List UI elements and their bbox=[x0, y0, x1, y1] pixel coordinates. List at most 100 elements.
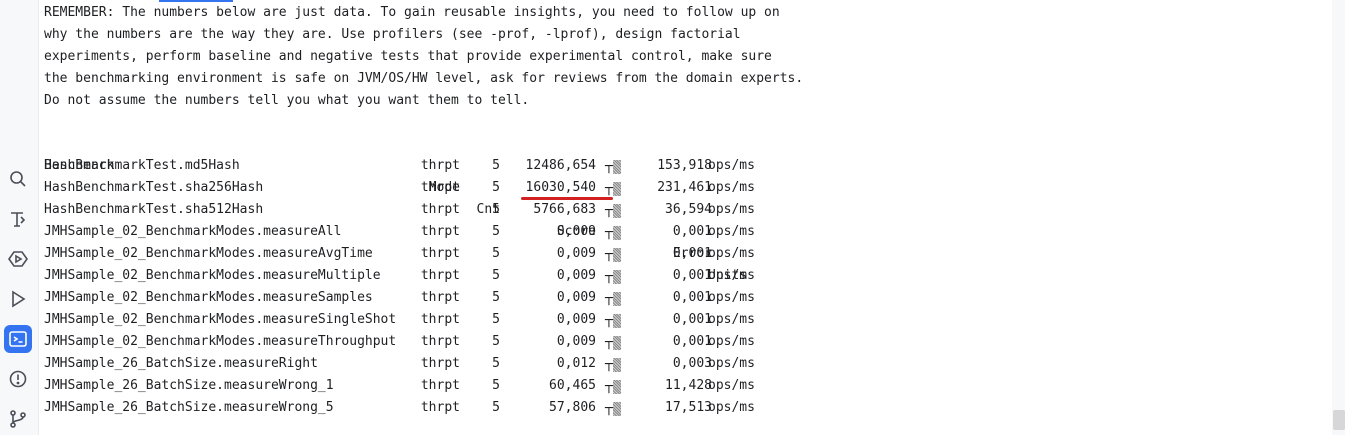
benchmark-name: JMHSample_02_BenchmarkModes.measureSampl… bbox=[44, 290, 373, 305]
mode-cell: thrpt bbox=[420, 400, 460, 415]
problems-icon[interactable] bbox=[4, 365, 32, 393]
mode-cell: thrpt bbox=[420, 356, 460, 371]
mode-cell: thrpt bbox=[420, 334, 460, 349]
units-cell: ops/ms bbox=[708, 290, 755, 305]
mode-cell: thrpt bbox=[420, 246, 460, 261]
plusminus-block bbox=[613, 314, 621, 328]
plusminus-block bbox=[613, 270, 621, 284]
plusminus-bar: ┬ bbox=[605, 313, 613, 328]
plusminus-block bbox=[613, 204, 621, 218]
run-icon[interactable] bbox=[4, 285, 32, 313]
plusminus-block bbox=[613, 336, 621, 350]
plusminus-bar: ┬ bbox=[605, 203, 613, 218]
benchmark-name: JMHSample_26_BatchSize.measureWrong_1 bbox=[44, 378, 334, 393]
cnt-cell: 5 bbox=[492, 268, 500, 283]
benchmark-name: HashBenchmarkTest.md5Hash bbox=[44, 158, 240, 173]
score-highlight-underline bbox=[521, 197, 613, 200]
cnt-cell: 5 bbox=[492, 158, 500, 173]
result-row: JMHSample_02_BenchmarkModes.measureSampl… bbox=[44, 287, 1324, 309]
plusminus-bar: ┬ bbox=[605, 247, 613, 262]
plusminus-block bbox=[613, 160, 621, 174]
error-cell: 17,513 bbox=[665, 400, 712, 415]
score-cell: 60,465 bbox=[549, 378, 596, 393]
remember-line: why the numbers are the way they are. Us… bbox=[44, 27, 741, 42]
error-cell: 0,003 bbox=[672, 356, 712, 371]
plusminus-icon: ┬ bbox=[605, 358, 621, 372]
benchmark-name: JMHSample_02_BenchmarkModes.measureMulti… bbox=[44, 268, 381, 283]
plusminus-icon: ┬ bbox=[605, 204, 621, 218]
units-cell: ops/ms bbox=[708, 378, 755, 393]
result-row: JMHSample_02_BenchmarkModes.measureSingl… bbox=[44, 309, 1324, 331]
error-cell: 0,001 bbox=[672, 312, 712, 327]
result-row: JMHSample_02_BenchmarkModes.measureMulti… bbox=[44, 265, 1324, 287]
cnt-cell: 5 bbox=[492, 224, 500, 239]
score-cell: 0,009 bbox=[556, 334, 596, 349]
plusminus-icon: ┬ bbox=[605, 336, 621, 350]
error-cell: 0,001 bbox=[672, 224, 712, 239]
cnt-cell: 5 bbox=[492, 312, 500, 327]
units-cell: ops/ms bbox=[708, 202, 755, 217]
plusminus-bar: ┬ bbox=[605, 379, 613, 394]
results-header: Benchmark Mode Cnt Score Error Units bbox=[44, 133, 1324, 283]
plusminus-block bbox=[613, 292, 621, 306]
benchmark-name: HashBenchmarkTest.sha512Hash bbox=[44, 202, 264, 217]
units-cell: ops/ms bbox=[708, 356, 755, 371]
terminal-icon[interactable] bbox=[4, 325, 32, 353]
plusminus-bar: ┬ bbox=[605, 159, 613, 174]
score-cell: 0,009 bbox=[556, 246, 596, 261]
score-cell: 0,009 bbox=[556, 312, 596, 327]
score-cell: 0,012 bbox=[556, 356, 596, 371]
score-cell: 0,009 bbox=[556, 224, 596, 239]
plusminus-icon: ┬ bbox=[605, 314, 621, 328]
remember-line: the benchmarking environment is safe on … bbox=[44, 71, 804, 86]
result-row: HashBenchmarkTest.sha512Hash thrpt 5 5766,6… bbox=[44, 199, 1324, 221]
plusminus-bar: ┬ bbox=[605, 335, 613, 350]
result-row: JMHSample_02_BenchmarkModes.measureThrou… bbox=[44, 331, 1324, 353]
cnt-cell: 5 bbox=[492, 202, 500, 217]
cnt-cell: 5 bbox=[492, 356, 500, 371]
mode-cell: thrpt bbox=[420, 202, 460, 217]
error-cell: 153,918 bbox=[657, 158, 712, 173]
mode-cell: thrpt bbox=[420, 312, 460, 327]
plusminus-bar: ┬ bbox=[605, 357, 613, 372]
benchmark-name: JMHSample_02_BenchmarkModes.measureSingl… bbox=[44, 312, 397, 327]
cnt-cell: 5 bbox=[492, 334, 500, 349]
units-cell: ops/ms bbox=[708, 224, 755, 239]
tool-window-bar bbox=[0, 0, 36, 435]
remember-line: REMEMBER: The numbers below are just dat… bbox=[44, 5, 780, 20]
mode-cell: thrpt bbox=[420, 224, 460, 239]
error-cell: 0,001 bbox=[672, 290, 712, 305]
mode-cell: thrpt bbox=[420, 268, 460, 283]
units-cell: ops/ms bbox=[708, 312, 755, 327]
mode-cell: thrpt bbox=[420, 290, 460, 305]
cnt-cell: 5 bbox=[492, 378, 500, 393]
units-cell: ops/ms bbox=[708, 334, 755, 349]
plusminus-block bbox=[613, 402, 621, 416]
text-tool-icon[interactable] bbox=[4, 205, 32, 233]
result-row: HashBenchmarkTest.md5Hash thrpt 5 12486,654… bbox=[44, 155, 1324, 177]
error-cell: 11,428 bbox=[665, 378, 712, 393]
result-row: JMHSample_26_BatchSize.measureRight thrpt… bbox=[44, 353, 1324, 375]
search-icon[interactable] bbox=[4, 165, 32, 193]
plusminus-block bbox=[613, 248, 621, 262]
score-cell: 57,806 bbox=[549, 400, 596, 415]
units-cell: ops/ms bbox=[708, 268, 755, 283]
plusminus-block bbox=[613, 182, 621, 196]
console-output[interactable]: REMEMBER: The numbers below are just dat… bbox=[38, 0, 1345, 435]
cnt-cell: 5 bbox=[492, 246, 500, 261]
plusminus-block bbox=[613, 358, 621, 372]
git-icon[interactable] bbox=[4, 405, 32, 433]
score-cell: 16030,540 bbox=[525, 180, 596, 195]
plusminus-bar: ┬ bbox=[605, 401, 613, 416]
scrollbar-thumb[interactable] bbox=[1333, 410, 1345, 430]
services-icon[interactable] bbox=[4, 245, 32, 273]
cnt-cell: 5 bbox=[492, 180, 500, 195]
plusminus-bar: ┬ bbox=[605, 291, 613, 306]
result-row: JMHSample_26_BatchSize.measureWrong_1 thr… bbox=[44, 375, 1324, 397]
plusminus-icon: ┬ bbox=[605, 248, 621, 262]
error-cell: 231,461 bbox=[657, 180, 712, 195]
cnt-cell: 5 bbox=[492, 290, 500, 305]
remember-line: experiments, perform baseline and negati… bbox=[44, 49, 772, 64]
plusminus-bar: ┬ bbox=[605, 269, 613, 284]
plusminus-icon: ┬ bbox=[605, 380, 621, 394]
